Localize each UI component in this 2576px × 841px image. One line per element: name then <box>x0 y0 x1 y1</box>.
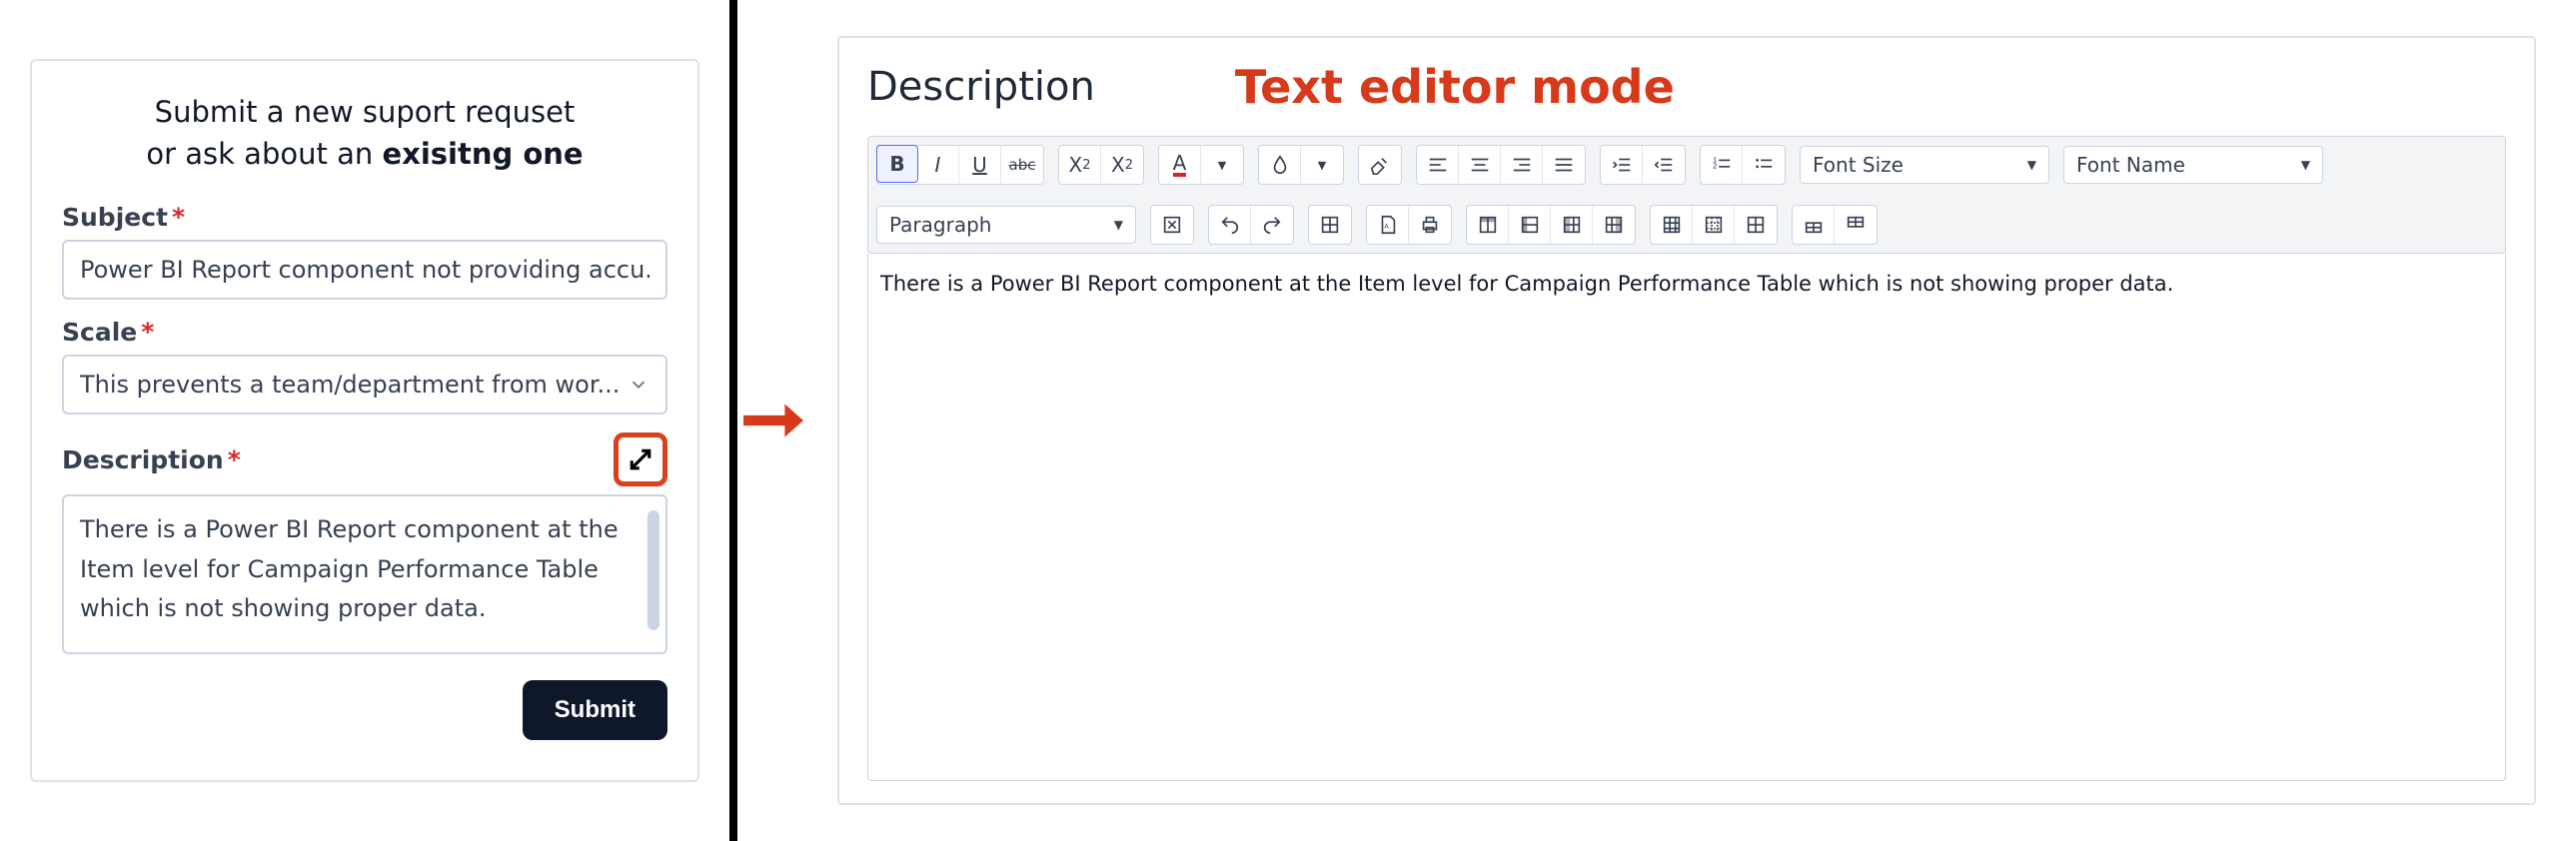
font-size-select[interactable]: Font Size ▼ <box>1800 146 2049 184</box>
support-form-card: Submit a new suport requset or ask about… <box>30 59 699 782</box>
table-header-row-button[interactable] <box>1467 206 1509 244</box>
row-above-icon <box>1803 214 1825 236</box>
align-justify-icon <box>1553 154 1575 176</box>
pdf-icon: A <box>1377 214 1399 236</box>
editor-card: Description Text editor mode B I U abc X… <box>837 36 2536 805</box>
chevron-down-icon <box>628 374 649 396</box>
table-insert-col-left-button[interactable] <box>1551 206 1593 244</box>
paragraph-select[interactable]: Paragraph ▼ <box>876 206 1136 244</box>
align-right-icon <box>1511 154 1533 176</box>
svg-text:2: 2 <box>1712 162 1717 171</box>
vertical-divider <box>729 0 737 841</box>
scale-select[interactable]: This prevents a team/department from wor… <box>62 355 667 415</box>
row-below-icon <box>1845 214 1867 236</box>
redo-button[interactable] <box>1251 206 1293 244</box>
expand-editor-button[interactable] <box>614 432 667 486</box>
table-split-icon <box>1703 214 1725 236</box>
eraser-icon <box>1369 154 1391 176</box>
insert-pdf-button[interactable]: A <box>1367 206 1409 244</box>
font-color-dropdown[interactable]: ▼ <box>1201 146 1243 184</box>
drop-icon <box>1269 154 1291 176</box>
insert-table-button[interactable] <box>1309 206 1351 244</box>
table-col-left-icon <box>1561 214 1583 236</box>
outdent-button[interactable] <box>1643 146 1685 184</box>
table-col-right-icon <box>1603 214 1625 236</box>
table-merge-button[interactable] <box>1651 206 1693 244</box>
table-row-icon <box>1477 214 1499 236</box>
heading-line2a: or ask about an <box>146 137 382 171</box>
underline-button[interactable]: U <box>959 146 1001 184</box>
required-mark: * <box>141 318 154 347</box>
redo-icon <box>1261 214 1283 236</box>
heading-line1: Submit a new suport requset <box>155 95 576 129</box>
font-name-select[interactable]: Font Name ▼ <box>2063 146 2323 184</box>
form-heading: Submit a new suport requset or ask about… <box>62 91 667 175</box>
strikethrough-button[interactable]: abc <box>1001 146 1043 184</box>
align-center-button[interactable] <box>1459 146 1501 184</box>
bold-button[interactable]: B <box>876 145 918 183</box>
highlight-button[interactable] <box>1259 146 1301 184</box>
italic-button[interactable]: I <box>917 146 959 184</box>
insert-row-below-button[interactable] <box>1835 206 1877 244</box>
align-left-button[interactable] <box>1417 146 1459 184</box>
description-label: Description * <box>62 445 241 474</box>
superscript-button[interactable]: X2 <box>1101 146 1143 184</box>
editor-title: Description <box>867 64 1095 110</box>
undo-icon <box>1219 214 1241 236</box>
table-insert-col-right-button[interactable] <box>1593 206 1635 244</box>
table-col-icon <box>1519 214 1541 236</box>
editor-content[interactable]: There is a Power BI Report component at … <box>867 254 2506 781</box>
subject-label: Subject * <box>62 203 667 232</box>
align-right-button[interactable] <box>1501 146 1543 184</box>
ordered-list-button[interactable]: 12 <box>1701 146 1743 184</box>
arrow-right-icon <box>741 391 803 450</box>
align-left-icon <box>1427 154 1449 176</box>
svg-text:A: A <box>1384 223 1389 231</box>
align-center-icon <box>1469 154 1491 176</box>
outdent-icon <box>1653 154 1675 176</box>
print-icon <box>1419 214 1441 236</box>
clear-format-button[interactable] <box>1359 146 1401 184</box>
highlight-dropdown[interactable]: ▼ <box>1301 146 1343 184</box>
indent-button[interactable] <box>1601 146 1643 184</box>
heading-line2b: exisitng one <box>382 137 583 171</box>
list-ol-icon: 12 <box>1711 154 1733 176</box>
editor-mode-badge: Text editor mode <box>1235 60 1675 114</box>
subscript-button[interactable]: X2 <box>1059 146 1101 184</box>
fullscreen-button[interactable] <box>1151 206 1193 244</box>
submit-button[interactable]: Submit <box>523 680 667 740</box>
table-split-button[interactable] <box>1693 206 1735 244</box>
scale-label: Scale * <box>62 318 667 347</box>
undo-button[interactable] <box>1209 206 1251 244</box>
indent-icon <box>1611 154 1633 176</box>
table-delete-button[interactable] <box>1735 206 1777 244</box>
subject-input[interactable] <box>62 240 667 300</box>
required-mark: * <box>172 203 185 232</box>
print-button[interactable] <box>1409 206 1451 244</box>
description-textarea[interactable]: There is a Power BI Report component at … <box>62 494 667 654</box>
required-mark: * <box>228 445 241 474</box>
fullscreen-icon <box>1161 214 1183 236</box>
font-color-button[interactable]: A <box>1159 146 1201 184</box>
list-ul-icon <box>1753 154 1775 176</box>
table-icon <box>1319 214 1341 236</box>
table-delete-icon <box>1745 214 1767 236</box>
table-header-col-button[interactable] <box>1509 206 1551 244</box>
scale-value: This prevents a team/department from wor… <box>80 371 620 399</box>
expand-icon <box>626 444 655 474</box>
align-justify-button[interactable] <box>1543 146 1585 184</box>
insert-row-above-button[interactable] <box>1793 206 1835 244</box>
table-merge-icon <box>1661 214 1683 236</box>
scrollbar-thumb[interactable] <box>647 510 659 630</box>
editor-toolbar: B I U abc X2 X2 A ▼ ▼ <box>867 136 2506 254</box>
unordered-list-button[interactable] <box>1743 146 1785 184</box>
